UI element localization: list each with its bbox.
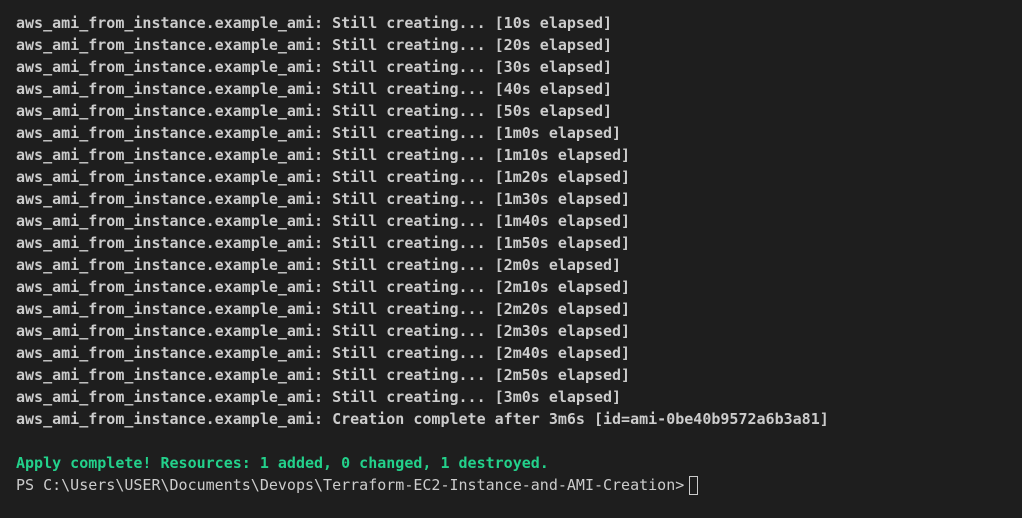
terminal-log: aws_ami_from_instance.example_ami: Still… bbox=[16, 12, 1022, 430]
terminal-line: aws_ami_from_instance.example_ami: Creat… bbox=[16, 410, 829, 428]
terminal-line: aws_ami_from_instance.example_ami: Still… bbox=[16, 168, 631, 186]
terminal-line: aws_ami_from_instance.example_ami: Still… bbox=[16, 366, 631, 384]
terminal-line: aws_ami_from_instance.example_ami: Still… bbox=[16, 300, 631, 318]
apply-summary: Apply complete! Resources: 1 added, 0 ch… bbox=[16, 454, 549, 472]
terminal-line: aws_ami_from_instance.example_ami: Still… bbox=[16, 124, 622, 142]
terminal-line: aws_ami_from_instance.example_ami: Still… bbox=[16, 58, 613, 76]
prompt-text: PS C:\Users\USER\Documents\Devops\Terraf… bbox=[16, 476, 685, 494]
terminal-line: aws_ami_from_instance.example_ami: Still… bbox=[16, 212, 631, 230]
prompt-line[interactable]: PS C:\Users\USER\Documents\Devops\Terraf… bbox=[16, 474, 1022, 496]
terminal-line: aws_ami_from_instance.example_ami: Still… bbox=[16, 388, 622, 406]
terminal-line: aws_ami_from_instance.example_ami: Still… bbox=[16, 344, 631, 362]
terminal-line: aws_ami_from_instance.example_ami: Still… bbox=[16, 234, 631, 252]
terminal-output[interactable]: aws_ami_from_instance.example_ami: Still… bbox=[0, 0, 1022, 518]
terminal-line: aws_ami_from_instance.example_ami: Still… bbox=[16, 278, 631, 296]
terminal-line: aws_ami_from_instance.example_ami: Still… bbox=[16, 36, 613, 54]
terminal-line: aws_ami_from_instance.example_ami: Still… bbox=[16, 146, 631, 164]
terminal-line: aws_ami_from_instance.example_ami: Still… bbox=[16, 14, 613, 32]
terminal-line: aws_ami_from_instance.example_ami: Still… bbox=[16, 102, 613, 120]
terminal-line: aws_ami_from_instance.example_ami: Still… bbox=[16, 190, 631, 208]
terminal-line: aws_ami_from_instance.example_ami: Still… bbox=[16, 256, 622, 274]
terminal-line: aws_ami_from_instance.example_ami: Still… bbox=[16, 80, 613, 98]
text-cursor bbox=[689, 475, 699, 495]
terminal-line: aws_ami_from_instance.example_ami: Still… bbox=[16, 322, 631, 340]
